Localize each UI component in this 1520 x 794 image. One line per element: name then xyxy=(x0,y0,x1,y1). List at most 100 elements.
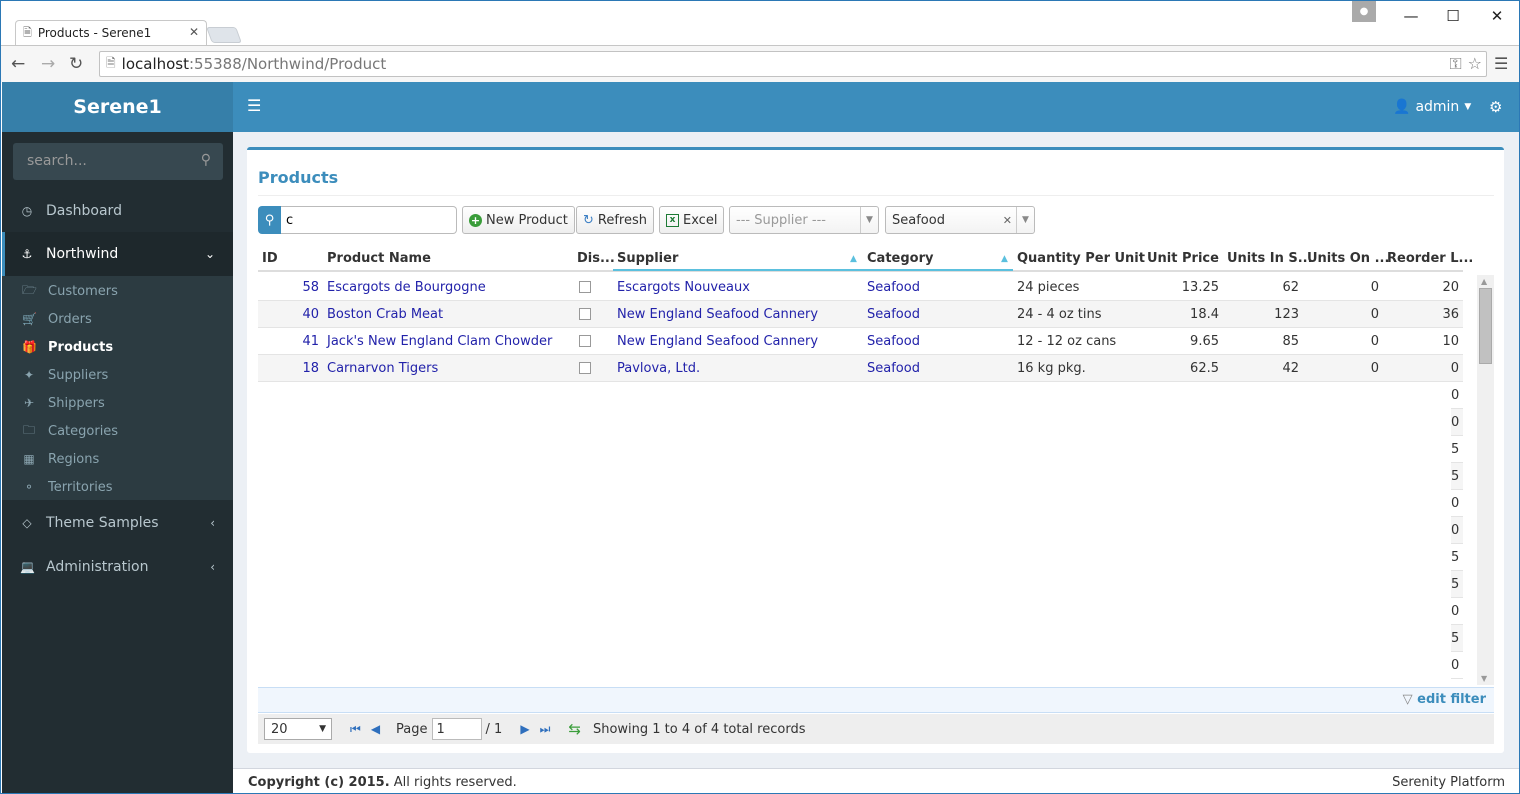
sidebar-item-territories[interactable]: ⚬ Territories xyxy=(2,473,233,501)
cell-product-name[interactable]: Jack's New England Clam Chowder xyxy=(327,334,552,349)
column-header-quantity[interactable]: Quantity Per Unit xyxy=(1017,251,1145,266)
cell-category[interactable]: Seafood xyxy=(867,334,920,349)
close-window-button[interactable]: ✕ xyxy=(1477,1,1517,31)
user-menu[interactable]: 👤 admin ▼ xyxy=(1393,99,1471,115)
cell-units-in-stock: 62 xyxy=(1282,280,1299,295)
ghost-cell: 0 xyxy=(1451,382,1463,409)
column-header-units-in-stock[interactable]: Units In S... xyxy=(1227,251,1313,266)
column-header-discontinued[interactable]: Dis... xyxy=(577,251,615,266)
table-row[interactable]: 58 Escargots de Bourgogne Escargots Nouvea… xyxy=(258,274,1463,301)
sidebar-toggle-icon[interactable]: ☰ xyxy=(247,96,261,115)
last-page-icon[interactable]: ⏭ xyxy=(540,722,551,737)
browser-menu-icon[interactable]: ☰ xyxy=(1494,54,1508,73)
table-row[interactable]: 18 Carnarvon Tigers Pavlova, Ltd. Seafood 16… xyxy=(258,355,1463,382)
profile-icon[interactable]: ● xyxy=(1352,1,1376,22)
cell-supplier[interactable]: Pavlova, Ltd. xyxy=(617,361,700,376)
cell-supplier[interactable]: New England Seafood Cannery xyxy=(617,334,818,349)
sidebar-item-categories[interactable]: 🗀 Categories xyxy=(2,417,233,445)
sidebar-item-orders[interactable]: 🛒 Orders xyxy=(2,305,233,333)
cell-quantity: 24 pieces xyxy=(1017,280,1080,295)
sidebar-item-northwind[interactable]: ⚓ Northwind ⌄ xyxy=(2,232,233,276)
page-number-input[interactable]: 1 xyxy=(431,718,482,740)
cell-supplier[interactable]: New England Seafood Cannery xyxy=(617,307,818,322)
sidebar-item-products[interactable]: 🎁 Products xyxy=(2,333,233,361)
sidebar-item-dashboard[interactable]: ◷ Dashboard xyxy=(2,189,233,233)
sidebar-item-customers[interactable]: 🗁 Customers xyxy=(2,277,233,305)
previous-page-icon[interactable]: ◀ xyxy=(371,722,380,736)
cell-id[interactable]: 18 xyxy=(258,361,319,376)
discontinued-checkbox[interactable] xyxy=(579,362,591,374)
new-product-button[interactable]: + New Product xyxy=(462,206,575,234)
sidebar-search-input[interactable]: search... ⚲ xyxy=(13,143,223,180)
minimize-button[interactable]: — xyxy=(1391,1,1431,31)
sidebar-item-label: Orders xyxy=(48,311,92,327)
forward-icon[interactable]: → xyxy=(41,54,55,74)
column-header-reorder-level[interactable]: Reorder L... xyxy=(1387,251,1473,266)
discontinued-checkbox[interactable] xyxy=(579,281,591,293)
cell-product-name[interactable]: Boston Crab Meat xyxy=(327,307,443,322)
tab-close-icon[interactable]: ✕ xyxy=(189,25,199,39)
column-header-category[interactable]: Category xyxy=(867,251,933,266)
column-header-unit-price[interactable]: Unit Price xyxy=(1147,251,1219,266)
ghost-cell: 5 xyxy=(1451,463,1463,490)
page-label: Page xyxy=(396,721,428,737)
refresh-button[interactable]: ↻ Refresh xyxy=(576,206,654,234)
cell-quantity: 16 kg pkg. xyxy=(1017,361,1086,376)
scroll-down-icon[interactable]: ▼ xyxy=(1481,674,1487,683)
chevron-down-icon: ⌄ xyxy=(204,247,215,261)
scroll-thumb[interactable] xyxy=(1479,288,1492,364)
settings-icon[interactable]: ⚙ xyxy=(1489,98,1502,116)
search-icon[interactable]: ⚲ xyxy=(201,152,211,168)
new-tab-button[interactable] xyxy=(206,27,242,43)
table-row[interactable]: 41 Jack's New England Clam Chowder New Eng… xyxy=(258,328,1463,355)
search-icon[interactable]: ⚲ xyxy=(258,206,281,234)
column-header-supplier[interactable]: Supplier xyxy=(617,251,678,266)
sidebar-item-theme-samples[interactable]: ◇ Theme Samples ‹ xyxy=(2,501,233,545)
discontinued-checkbox[interactable] xyxy=(579,308,591,320)
dropdown-arrow-icon: ▼ xyxy=(860,207,878,233)
address-bar[interactable]: 🗎 localhost:55388/Northwind/Product ⚿ ☆ xyxy=(99,51,1487,77)
first-page-icon[interactable]: ⏮ xyxy=(350,722,361,737)
cell-product-name[interactable]: Carnarvon Tigers xyxy=(327,361,438,376)
edit-filter-link[interactable]: ▽ edit filter xyxy=(1403,692,1486,707)
title-bar: 🗎 Products - Serene1 ✕ ● — ☐ ✕ xyxy=(1,1,1519,46)
next-page-icon[interactable]: ▶ xyxy=(520,722,529,736)
page-size-select[interactable]: 20 ▼ xyxy=(264,718,332,740)
plus-circle-icon: + xyxy=(469,213,482,227)
monitor-icon: 💻 xyxy=(20,560,35,574)
reload-icon[interactable]: ⇆ xyxy=(568,720,581,738)
discontinued-checkbox[interactable] xyxy=(579,335,591,347)
cell-category[interactable]: Seafood xyxy=(867,280,920,295)
column-header-product-name[interactable]: Product Name xyxy=(327,251,431,266)
scroll-up-icon[interactable]: ▲ xyxy=(1481,277,1487,286)
sort-indicator xyxy=(613,269,1013,271)
cell-category[interactable]: Seafood xyxy=(867,307,920,322)
cell-category[interactable]: Seafood xyxy=(867,361,920,376)
cell-id[interactable]: 41 xyxy=(258,334,319,349)
supplier-filter-select[interactable]: --- Supplier --- ▼ xyxy=(729,206,879,234)
vertical-scrollbar[interactable]: ▲ ▼ xyxy=(1477,275,1494,685)
cell-id[interactable]: 58 xyxy=(258,280,319,295)
cell-id[interactable]: 40 xyxy=(258,307,319,322)
star-icon[interactable]: ☆ xyxy=(1468,54,1482,74)
maximize-button[interactable]: ☐ xyxy=(1433,1,1473,31)
button-label: Excel xyxy=(683,212,718,228)
cell-product-name[interactable]: Escargots de Bourgogne xyxy=(327,280,486,295)
quick-search-input[interactable] xyxy=(281,206,457,234)
table-row[interactable]: 40 Boston Crab Meat New England Seafood Ca… xyxy=(258,301,1463,328)
sidebar-item-label: Territories xyxy=(48,479,113,495)
sidebar-item-regions[interactable]: ▦ Regions xyxy=(2,445,233,473)
column-header-id[interactable]: ID xyxy=(262,251,278,266)
column-header-units-on-order[interactable]: Units On ... xyxy=(1307,251,1389,266)
app-logo[interactable]: Serene1 xyxy=(2,82,233,132)
back-icon[interactable]: ← xyxy=(11,54,25,74)
sidebar-item-shippers[interactable]: ✈ Shippers xyxy=(2,389,233,417)
sidebar-item-administration[interactable]: 💻 Administration ‹ xyxy=(2,545,233,589)
key-icon[interactable]: ⚿ xyxy=(1449,54,1461,74)
cell-supplier[interactable]: Escargots Nouveaux xyxy=(617,280,750,295)
sidebar-item-suppliers[interactable]: ✦ Suppliers xyxy=(2,361,233,389)
reload-icon[interactable]: ↻ xyxy=(69,54,83,74)
excel-button[interactable]: x Excel xyxy=(659,206,725,234)
category-filter-select[interactable]: Seafood ✕ ▼ xyxy=(885,206,1035,234)
clear-icon[interactable]: ✕ xyxy=(1003,214,1012,227)
